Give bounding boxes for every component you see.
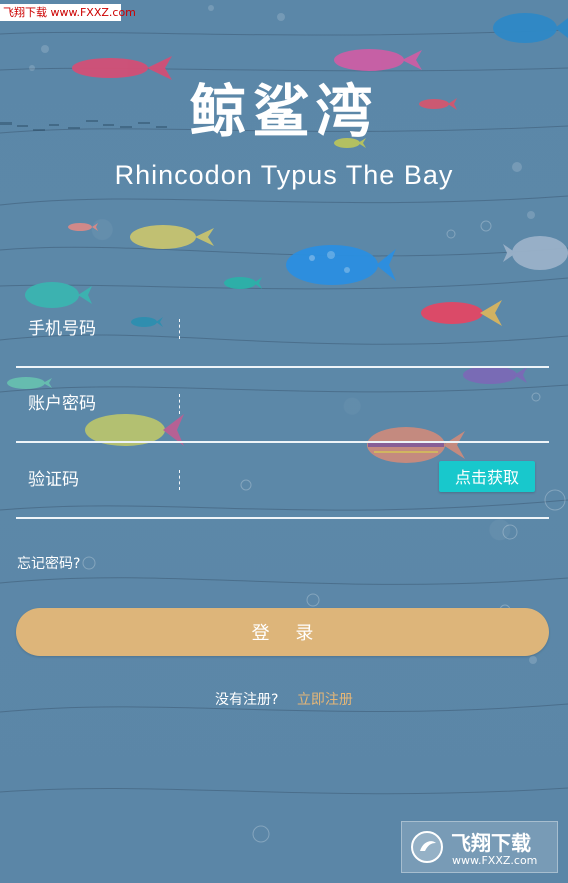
- bottom-watermark-url: www.FXXZ.com: [452, 854, 538, 867]
- phone-row: 手机号码: [16, 292, 549, 368]
- phone-label: 手机号码: [28, 319, 96, 339]
- get-code-button[interactable]: 点击获取: [439, 461, 535, 492]
- password-input[interactable]: [191, 384, 431, 416]
- forgot-password-link[interactable]: 忘记密码?: [17, 553, 80, 573]
- verification-code-underline: [16, 517, 549, 519]
- phone-input[interactable]: [191, 309, 431, 341]
- phone-divider: [179, 319, 180, 339]
- password-divider: [179, 394, 180, 414]
- verification-code-row: 验证码 点击获取: [16, 443, 549, 519]
- verification-code-input[interactable]: [191, 460, 421, 492]
- password-row: 账户密码: [16, 367, 549, 443]
- login-button[interactable]: 登 录: [16, 608, 549, 656]
- verification-code-label: 验证码: [28, 470, 79, 490]
- top-watermark: 飞翔下载 www.FXXZ.com: [0, 4, 136, 21]
- register-prompt: 没有注册?: [215, 692, 279, 708]
- brand-title: 鲸鲨湾: [189, 79, 379, 145]
- password-label: 账户密码: [28, 394, 96, 414]
- register-row: 没有注册? 立即注册: [0, 689, 568, 709]
- bottom-watermark: 飞翔下载 www.FXXZ.com: [401, 821, 558, 873]
- circular-logo-icon: [411, 831, 443, 863]
- brand-subtitle: Rhincodon Typus The Bay: [114, 160, 454, 190]
- verification-code-divider: [179, 470, 180, 490]
- register-link[interactable]: 立即注册: [297, 692, 353, 708]
- bottom-watermark-title: 飞翔下载: [451, 831, 531, 855]
